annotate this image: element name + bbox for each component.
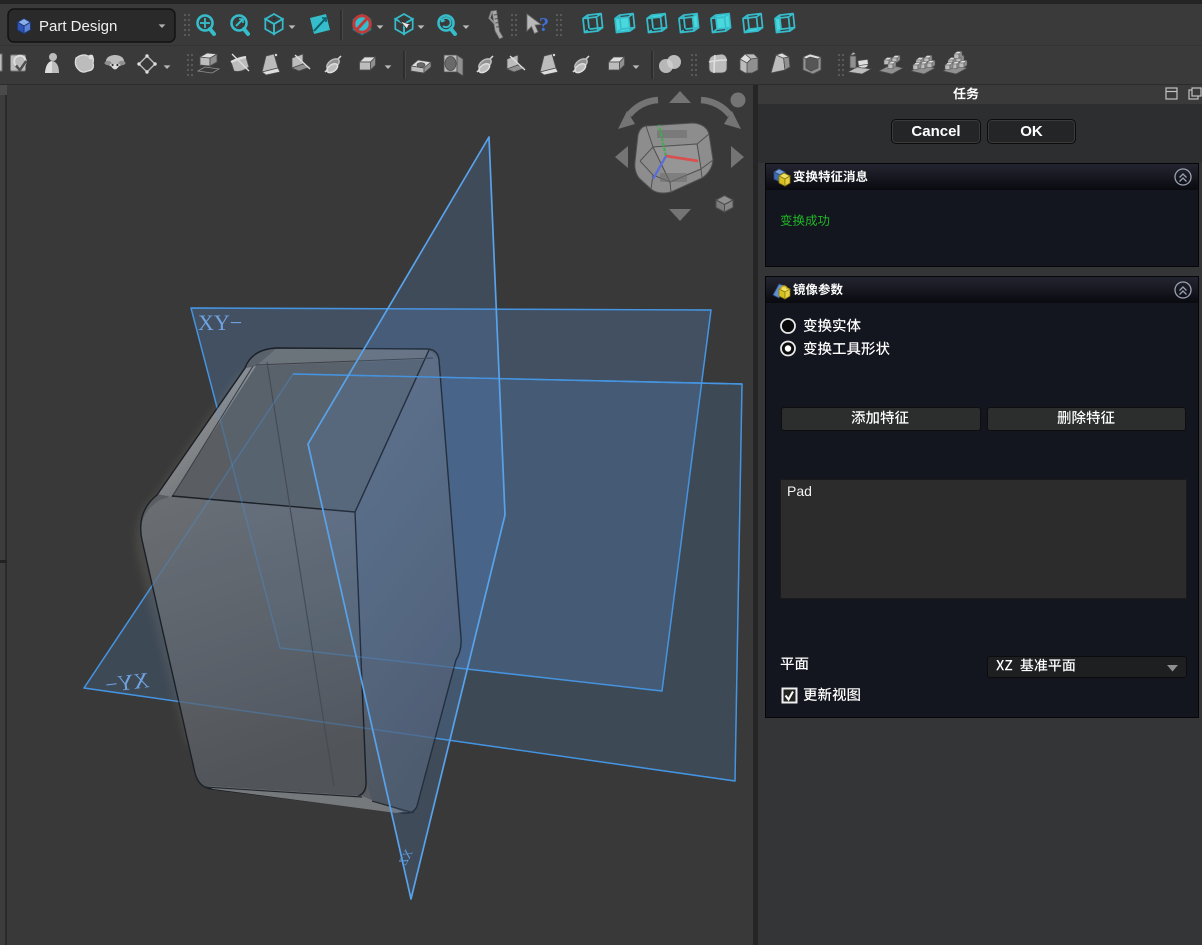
svg-text:Part Design: Part Design	[39, 18, 117, 35]
svg-text:XY−: XY−	[198, 310, 242, 335]
svg-text:XY−: XY−	[104, 667, 151, 697]
svg-text:?: ?	[539, 14, 549, 36]
